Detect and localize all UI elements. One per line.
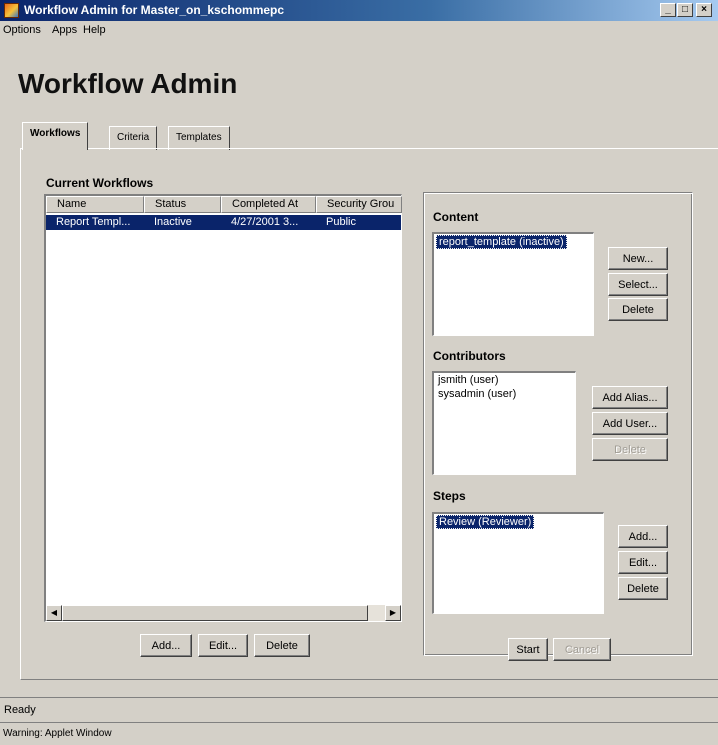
menu-options[interactable]: Options xyxy=(3,24,41,36)
applet-warning-text: Warning: Applet Window xyxy=(3,728,112,739)
workflow-app-icon xyxy=(4,3,19,18)
current-workflows-heading: Current Workflows xyxy=(46,176,154,190)
page-title: Workflow Admin xyxy=(18,68,238,99)
select-content-button[interactable]: Select... xyxy=(608,273,668,296)
delete-workflow-button[interactable]: Delete xyxy=(254,634,310,657)
arrow-right-icon[interactable]: ▶ xyxy=(385,605,401,621)
cell-name: Report Templ... xyxy=(56,216,131,228)
table-row[interactable]: Report Templ... Inactive 4/27/2001 3... … xyxy=(46,215,401,230)
list-item[interactable]: sysadmin (user) xyxy=(436,388,518,400)
list-item[interactable]: Review (Reviewer) xyxy=(436,515,535,529)
column-header-completed-at[interactable]: Completed At xyxy=(221,196,316,213)
contributors-list[interactable]: jsmith (user) sysadmin (user) xyxy=(432,371,576,475)
add-workflow-button[interactable]: Add... xyxy=(140,634,192,657)
contributors-heading: Contributors xyxy=(433,349,506,363)
window-title: Workflow Admin for Master_on_kschommepc xyxy=(24,3,285,17)
new-content-button[interactable]: New... xyxy=(608,247,668,270)
column-header-name[interactable]: Name xyxy=(46,196,144,213)
add-user-button[interactable]: Add User... xyxy=(592,412,668,435)
start-button[interactable]: Start xyxy=(508,638,548,661)
menu-bar: Options Apps Help xyxy=(0,21,718,40)
status-bar: Ready xyxy=(0,697,718,719)
steps-heading: Steps xyxy=(433,489,466,503)
applet-warning-bar: Warning: Applet Window xyxy=(0,722,718,745)
tab-templates[interactable]: Templates xyxy=(168,126,230,150)
delete-content-button[interactable]: Delete xyxy=(608,298,668,321)
window-title-bar[interactable]: Workflow Admin for Master_on_kschommepc … xyxy=(0,0,718,21)
delete-step-button[interactable]: Delete xyxy=(618,577,668,600)
arrow-left-icon[interactable]: ◀ xyxy=(46,605,62,621)
add-step-button[interactable]: Add... xyxy=(618,525,668,548)
list-item[interactable]: jsmith (user) xyxy=(436,374,501,386)
column-header-security-group[interactable]: Security Grou xyxy=(316,196,402,213)
delete-contributor-button[interactable]: Delete xyxy=(592,438,668,461)
edit-step-button[interactable]: Edit... xyxy=(618,551,668,574)
column-header-status[interactable]: Status xyxy=(144,196,221,213)
add-alias-button[interactable]: Add Alias... xyxy=(592,386,668,409)
tab-workflows[interactable]: Workflows xyxy=(22,122,89,150)
close-button[interactable]: × xyxy=(696,3,712,17)
menu-help[interactable]: Help xyxy=(83,24,106,36)
horizontal-scrollbar[interactable]: ◀ ▶ xyxy=(46,605,401,621)
edit-workflow-button[interactable]: Edit... xyxy=(198,634,248,657)
content-list[interactable]: report_template (inactive) xyxy=(432,232,594,336)
tab-criteria[interactable]: Criteria xyxy=(109,126,158,150)
steps-list[interactable]: Review (Reviewer) xyxy=(432,512,604,614)
cell-security-group: Public xyxy=(326,216,356,228)
status-text: Ready xyxy=(4,704,36,716)
cell-status: Inactive xyxy=(154,216,192,228)
minimize-button[interactable]: _ xyxy=(660,3,676,17)
workflows-table[interactable]: Name Status Completed At Security Grou R… xyxy=(44,194,402,622)
scrollbar-thumb[interactable] xyxy=(62,605,368,621)
content-heading: Content xyxy=(433,210,479,224)
list-item[interactable]: report_template (inactive) xyxy=(436,235,567,249)
menu-apps[interactable]: Apps xyxy=(52,24,77,36)
cell-completed-at: 4/27/2001 3... xyxy=(231,216,299,228)
cancel-button[interactable]: Cancel xyxy=(553,638,611,661)
maximize-button[interactable]: □ xyxy=(677,3,693,17)
